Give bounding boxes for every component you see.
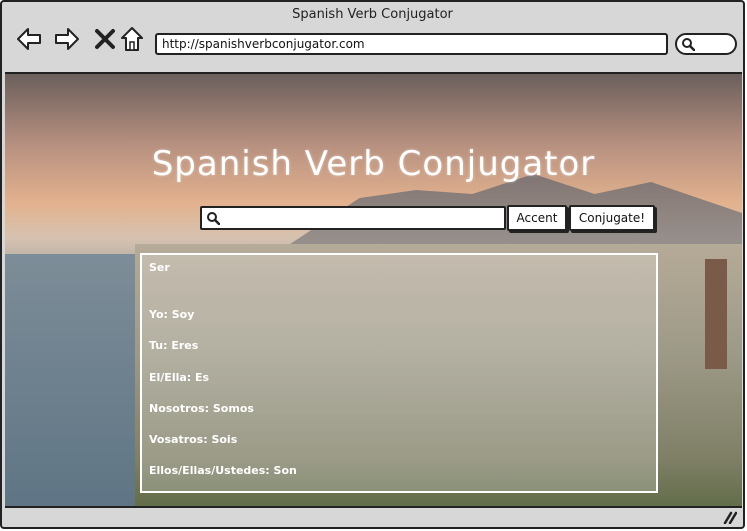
home-icon[interactable] xyxy=(119,26,145,52)
window-title: Spanish Verb Conjugator xyxy=(292,7,453,22)
result-row-el-ella: El/Ella: Es xyxy=(149,371,210,384)
search-icon xyxy=(682,38,695,51)
page-title: Spanish Verb Conjugator xyxy=(151,144,596,184)
verb-search-field[interactable] xyxy=(200,206,506,230)
result-verb: Ser xyxy=(149,261,170,274)
search-icon xyxy=(207,212,220,225)
status-bar xyxy=(2,506,743,529)
forward-arrow-icon[interactable] xyxy=(54,26,80,52)
resize-grip-icon[interactable] xyxy=(721,510,737,524)
stop-x-icon[interactable] xyxy=(92,26,118,52)
result-row-ellos: Ellos/Ellas/Ustedes: Son xyxy=(149,464,297,477)
verb-search-input[interactable] xyxy=(224,208,503,230)
browser-toolbar: http://spanishverbconjugator.com xyxy=(2,24,743,72)
address-bar[interactable]: http://spanishverbconjugator.com xyxy=(155,33,668,55)
accent-button[interactable]: Accent xyxy=(507,205,567,231)
result-row-yo: Yo: Soy xyxy=(149,308,195,321)
browser-window: Spanish Verb Conjugator http://spanishve… xyxy=(0,0,745,529)
result-row-nosotros: Nosotros: Somos xyxy=(149,402,254,415)
browser-search-field[interactable] xyxy=(675,33,737,55)
page-viewport: Spanish Verb Conjugator Accent Conjugate… xyxy=(5,72,742,508)
back-arrow-icon[interactable] xyxy=(16,26,42,52)
conjugation-results-panel: Ser Yo: Soy Tu: Eres El/Ella: Es Nosotro… xyxy=(140,253,658,493)
result-row-vosotros: Vosatros: Sois xyxy=(149,433,238,446)
background-tower xyxy=(705,259,727,369)
conjugate-button[interactable]: Conjugate! xyxy=(569,205,655,231)
result-row-tu: Tu: Eres xyxy=(149,339,199,352)
